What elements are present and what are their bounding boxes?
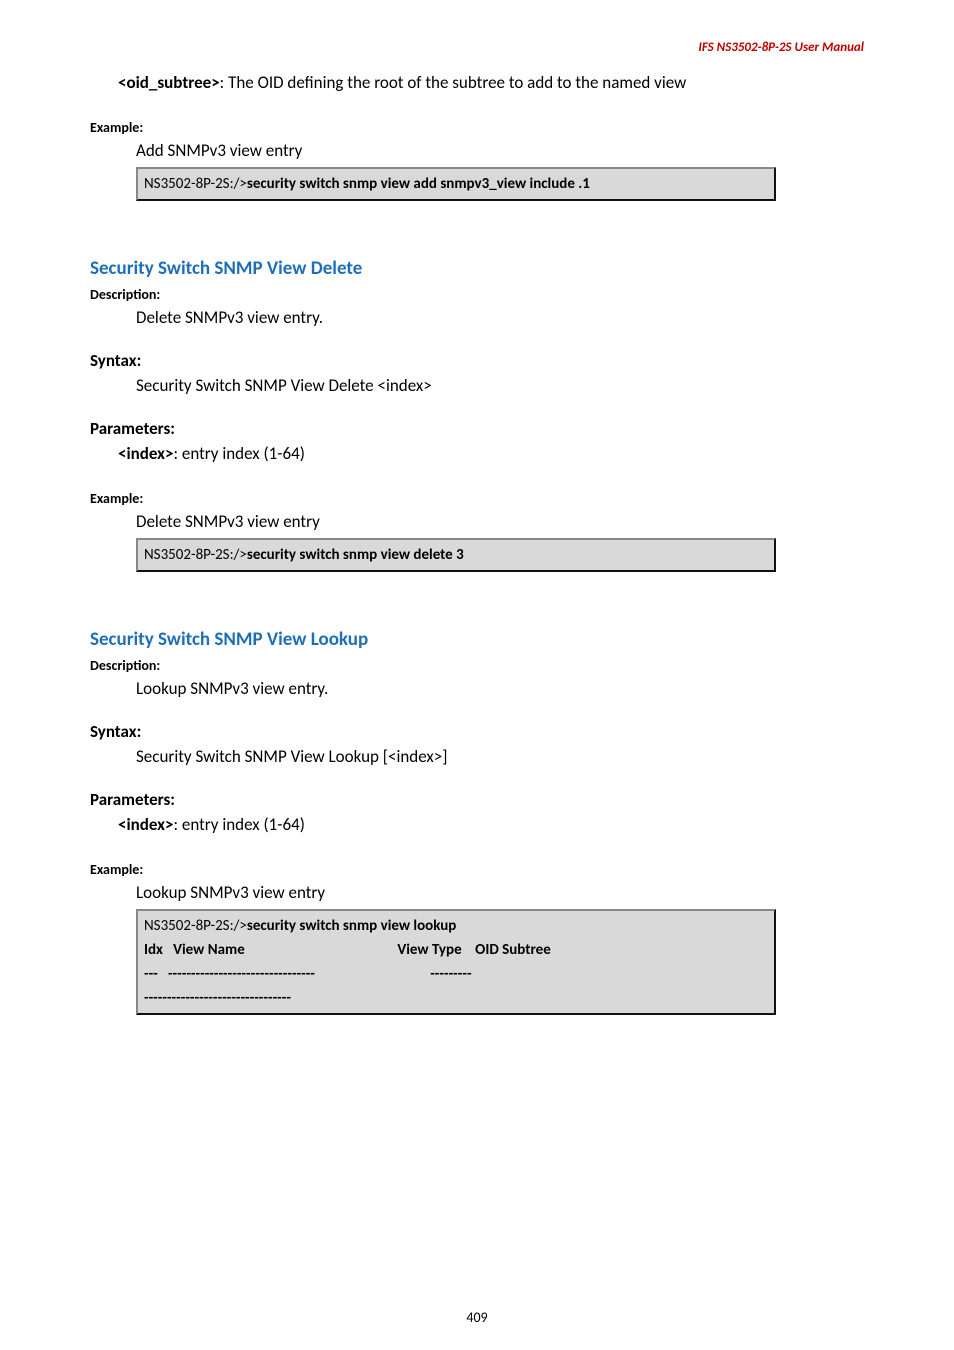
delete-param-desc: : entry index (1-64) [173, 443, 304, 464]
lookup-dash-row2: -------------------------------- [144, 986, 768, 1010]
lookup-desc-text: Lookup SNMPv3 view entry. [90, 678, 864, 699]
section-delete-title: Security Switch SNMP View Delete [90, 257, 864, 280]
lookup-example-label: Example: [90, 861, 864, 878]
delete-example-label: Example: [90, 490, 864, 507]
delete-syntax-text: Security Switch SNMP View Delete <index> [90, 375, 864, 396]
example1-cmd: security switch snmp view add snmpv3_vie… [247, 175, 590, 193]
page-number: 409 [0, 1309, 954, 1326]
intro-param-name: <oid_subtree> [118, 72, 220, 93]
lookup-example-desc: Lookup SNMPv3 view entry [90, 882, 864, 903]
delete-desc-text: Delete SNMPv3 view entry. [90, 307, 864, 328]
lookup-codebox: NS3502-8P-2S:/>security switch snmp view… [136, 909, 776, 1015]
delete-prompt: NS3502-8P-2S:/> [144, 546, 247, 564]
lookup-params-label: Parameters: [90, 789, 864, 810]
section-lookup-title: Security Switch SNMP View Lookup [90, 628, 864, 651]
intro-param: <oid_subtree>: The OID defining the root… [90, 72, 864, 93]
lookup-prompt: NS3502-8P-2S:/> [144, 917, 247, 935]
delete-syntax-label: Syntax: [90, 350, 864, 371]
lookup-desc-label: Description: [90, 657, 864, 674]
example1-desc: Add SNMPv3 view entry [90, 140, 864, 161]
delete-param: <index>: entry index (1-64) [90, 443, 864, 464]
delete-codebox: NS3502-8P-2S:/>security switch snmp view… [136, 538, 776, 572]
header-manual-title: IFS NS3502-8P-2S User Manual [698, 40, 864, 55]
lookup-syntax-text: Security Switch SNMP View Lookup [<index… [90, 746, 864, 767]
lookup-dash-row1: --- -------------------------------- ---… [144, 962, 768, 986]
intro-param-desc: : The OID defining the root of the subtr… [220, 72, 687, 93]
lookup-param: <index>: entry index (1-64) [90, 814, 864, 835]
lookup-param-name: <index> [118, 814, 173, 835]
delete-param-name: <index> [118, 443, 173, 464]
delete-cmd: security switch snmp view delete 3 [247, 546, 464, 564]
delete-desc-label: Description: [90, 286, 864, 303]
lookup-param-desc: : entry index (1-64) [173, 814, 304, 835]
lookup-cmd: security switch snmp view lookup [247, 917, 457, 935]
lookup-syntax-label: Syntax: [90, 721, 864, 742]
example1-codebox: NS3502-8P-2S:/>security switch snmp view… [136, 167, 776, 201]
delete-params-label: Parameters: [90, 418, 864, 439]
example1-label: Example: [90, 119, 864, 136]
lookup-header-row: Idx View Name View Type OID Subtree [144, 938, 768, 962]
example1-prompt: NS3502-8P-2S:/> [144, 175, 247, 193]
delete-example-desc: Delete SNMPv3 view entry [90, 511, 864, 532]
